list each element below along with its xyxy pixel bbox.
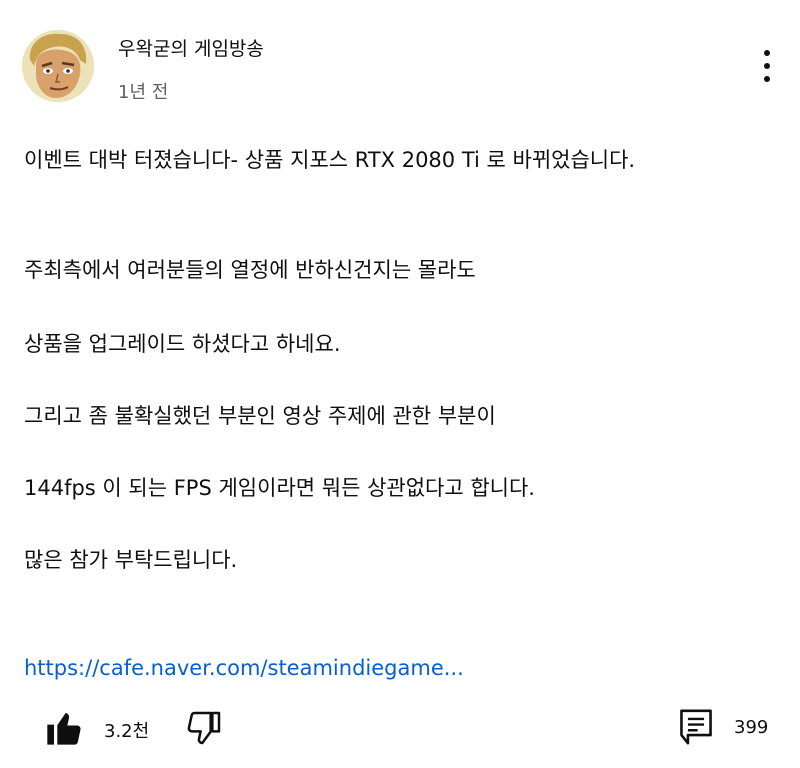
- dislike-button[interactable]: [184, 708, 224, 748]
- thumbs-up-icon: [47, 713, 81, 745]
- comment-count: 399: [734, 717, 769, 738]
- comment-icon: [680, 709, 712, 745]
- more-options-button[interactable]: [752, 46, 782, 86]
- post-timestamp: 1년 전: [118, 82, 169, 103]
- post-line: 144fps 이 되는 FPS 게임이라면 뭐든 상관없다고 합니다.: [24, 476, 535, 500]
- post-link[interactable]: https://cafe.naver.com/steamindiegame...: [24, 654, 464, 682]
- like-count: 3.2천: [104, 721, 150, 742]
- avatar-face-icon: [22, 30, 94, 102]
- post-line: 그리고 좀 불확실했던 부분인 영상 주제에 관한 부분이: [24, 404, 496, 428]
- post-line: 이벤트 대박 터졌습니다- 상품 지포스 RTX 2080 Ti 로 바뀌었습니…: [24, 148, 636, 172]
- channel-name[interactable]: 우왁굳의 게임방송: [118, 34, 264, 61]
- action-bar: 3.2천 399: [0, 700, 800, 760]
- post-line: 상품을 업그레이드 하셨다고 하네요.: [24, 332, 341, 356]
- channel-avatar[interactable]: [22, 30, 94, 102]
- comment-button[interactable]: [676, 706, 716, 748]
- more-vertical-icon-dot: [764, 76, 770, 82]
- more-vertical-icon-dot: [764, 63, 770, 69]
- post-line: 주최측에서 여러분들의 열정에 반하신건지는 몰라도: [24, 258, 476, 282]
- thumbs-down-icon: [187, 711, 221, 745]
- post-line: 많은 참가 부탁드립니다.: [24, 548, 238, 572]
- like-button[interactable]: [44, 708, 84, 748]
- more-vertical-icon: [764, 50, 770, 56]
